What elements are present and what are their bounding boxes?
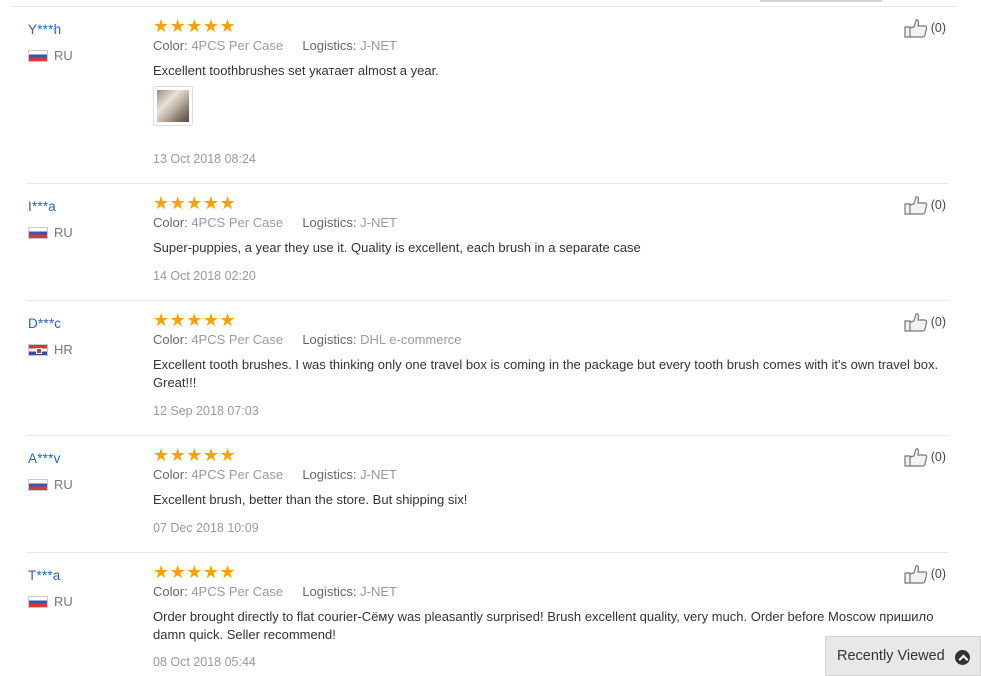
color-value: 4PCS Per Case	[191, 584, 284, 599]
russia-flag-icon	[28, 595, 48, 608]
country-code: HR	[54, 342, 73, 357]
review-text: Excellent toothbrushes set укатает almos…	[153, 63, 439, 78]
helpful-count: (0)	[930, 21, 946, 35]
review-item: Y***h RU ★★★★★ Color: 4PCS Per Case Logi…	[10, 16, 948, 184]
logistics-value: J-NET	[360, 467, 397, 482]
top-divider-stub	[760, 0, 882, 2]
chevron-up-circle-icon	[955, 650, 970, 665]
review-date: 13 Oct 2018 08:24	[153, 152, 256, 166]
helpful-button[interactable]: (0)	[904, 195, 946, 215]
review-divider	[26, 183, 948, 184]
helpful-button[interactable]: (0)	[904, 564, 946, 584]
review-item: D***c HR ★★★★★ Color: 4PCS Per Case Logi…	[10, 310, 948, 436]
logistics-label: Logistics:	[302, 467, 357, 482]
reviewer-name: T***a	[28, 568, 61, 583]
reviewer-name: D***c	[28, 316, 62, 331]
review-text: Excellent tooth brushes. I was thinking …	[153, 357, 939, 390]
color-value: 4PCS Per Case	[191, 38, 284, 53]
top-divider	[10, 6, 956, 7]
helpful-count: (0)	[930, 198, 946, 212]
review-meta: Color: 4PCS Per Case Logistics: J-NET	[153, 215, 397, 230]
review-item: T***a RU ★★★★★ Color: 4PCS Per Case Logi…	[10, 562, 948, 676]
thumbs-up-icon	[904, 196, 927, 215]
star-rating: ★★★★★	[153, 445, 237, 465]
reviewer-country: RU	[28, 48, 73, 63]
russia-flag-icon	[28, 49, 48, 62]
star-rating: ★★★★★	[153, 16, 237, 36]
logistics-value: J-NET	[360, 584, 397, 599]
color-label: Color:	[153, 467, 188, 482]
review-meta: Color: 4PCS Per Case Logistics: J-NET	[153, 38, 397, 53]
review-divider	[26, 435, 948, 436]
color-label: Color:	[153, 584, 188, 599]
russia-flag-icon	[28, 478, 48, 491]
review-meta: Color: 4PCS Per Case Logistics: DHL e-co…	[153, 332, 462, 347]
thumbs-up-icon	[904, 565, 927, 584]
logistics-label: Logistics:	[302, 215, 357, 230]
review-divider	[26, 300, 948, 301]
recently-viewed-label: Recently Viewed	[837, 648, 945, 664]
country-code: RU	[54, 48, 73, 63]
reviewer-name: I***a	[28, 199, 57, 214]
reviewer-country: RU	[28, 594, 73, 609]
logistics-value: J-NET	[360, 215, 397, 230]
review-date: 12 Sep 2018 07:03	[153, 404, 259, 418]
russia-flag-icon	[28, 226, 48, 239]
helpful-count: (0)	[930, 450, 946, 464]
color-label: Color:	[153, 332, 188, 347]
reviewer-name: A***v	[28, 451, 61, 466]
recently-viewed-button[interactable]: Recently Viewed	[825, 636, 981, 676]
review-item: I***a RU ★★★★★ Color: 4PCS Per Case Logi…	[10, 193, 948, 301]
review-divider	[26, 552, 948, 553]
logistics-value: DHL e-commerce	[360, 332, 462, 347]
reviewer-country: HR	[28, 342, 73, 357]
logistics-label: Logistics:	[302, 332, 357, 347]
country-code: RU	[54, 594, 73, 609]
logistics-value: J-NET	[360, 38, 397, 53]
thumbs-up-icon	[904, 19, 927, 38]
country-code: RU	[54, 225, 73, 240]
review-date: 14 Oct 2018 02:20	[153, 269, 256, 283]
review-date: 07 Dec 2018 10:09	[153, 521, 259, 535]
color-label: Color:	[153, 38, 188, 53]
review-photo-thumbnail[interactable]	[153, 86, 193, 126]
reviewer-name: Y***h	[28, 22, 62, 37]
review-text: Super-puppies, a year they use it. Quali…	[153, 240, 641, 255]
reviewer-country: RU	[28, 477, 73, 492]
logistics-label: Logistics:	[302, 584, 357, 599]
helpful-button[interactable]: (0)	[904, 18, 946, 38]
star-rating: ★★★★★	[153, 562, 237, 582]
review-meta: Color: 4PCS Per Case Logistics: J-NET	[153, 467, 397, 482]
review-date: 08 Oct 2018 05:44	[153, 655, 256, 669]
reviewer-country: RU	[28, 225, 73, 240]
color-label: Color:	[153, 215, 188, 230]
croatia-flag-icon	[28, 343, 48, 356]
review-item: A***v RU ★★★★★ Color: 4PCS Per Case Logi…	[10, 445, 948, 553]
thumbs-up-icon	[904, 313, 927, 332]
review-meta: Color: 4PCS Per Case Logistics: J-NET	[153, 584, 397, 599]
thumbs-up-icon	[904, 448, 927, 467]
star-rating: ★★★★★	[153, 310, 237, 330]
color-value: 4PCS Per Case	[191, 215, 284, 230]
logistics-label: Logistics:	[302, 38, 357, 53]
color-value: 4PCS Per Case	[191, 467, 284, 482]
helpful-count: (0)	[930, 315, 946, 329]
helpful-button[interactable]: (0)	[904, 312, 946, 332]
star-rating: ★★★★★	[153, 193, 237, 213]
country-code: RU	[54, 477, 73, 492]
helpful-button[interactable]: (0)	[904, 447, 946, 467]
color-value: 4PCS Per Case	[191, 332, 284, 347]
helpful-count: (0)	[930, 567, 946, 581]
review-text: Excellent brush, better than the store. …	[153, 492, 468, 507]
